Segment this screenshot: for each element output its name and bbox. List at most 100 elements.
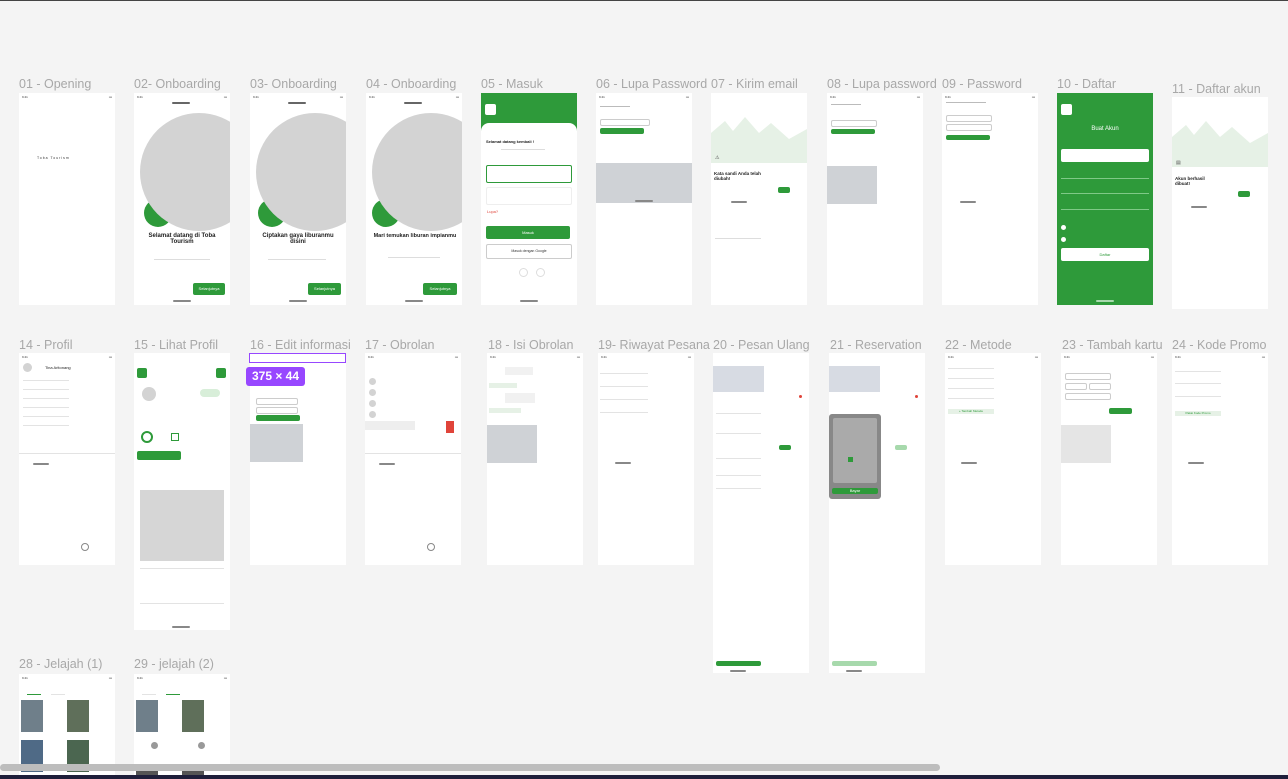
follow-button[interactable]	[200, 389, 220, 397]
frame-lupa-password-2[interactable]: 9:41 ▪▪▪	[827, 93, 923, 305]
next-button[interactable]	[778, 187, 790, 193]
tab-active[interactable]	[27, 694, 41, 695]
change-button[interactable]	[895, 445, 907, 450]
frame-label[interactable]: 29 - jelajah (2)	[134, 657, 246, 672]
destination-photo[interactable]	[182, 700, 204, 732]
frame-label[interactable]: 20 - Pesan Ulang	[713, 338, 825, 353]
frame-label[interactable]: 08 - Lupa password	[827, 77, 939, 92]
frame-daftar-akun[interactable]: ▤ Akun berhasil dibuat!	[1172, 97, 1268, 309]
frame-lihat-profil[interactable]	[134, 353, 230, 630]
frame-opening[interactable]: 9:41 ▪▪▪ Toba Tourism	[19, 93, 115, 305]
phone-field[interactable]	[1061, 193, 1149, 194]
calendar-grid[interactable]	[833, 418, 877, 483]
destination-photo[interactable]	[67, 700, 89, 732]
frame-label[interactable]: 06 - Lupa Password	[596, 77, 708, 92]
send-button[interactable]	[600, 128, 644, 134]
frame-label[interactable]: 07 - Kirim email	[711, 77, 823, 92]
frame-metode[interactable]: 9:41 ▪▪▪ + Tambah Metode	[945, 353, 1041, 565]
horizontal-scrollbar[interactable]	[0, 764, 940, 771]
menu-item[interactable]	[23, 416, 69, 417]
edit-button[interactable]	[216, 368, 226, 378]
method-item[interactable]	[948, 398, 994, 399]
book-button[interactable]	[832, 661, 877, 666]
frame-label[interactable]: 18 - Isi Obrolan	[488, 338, 600, 353]
frame-label[interactable]: 15 - Lihat Profil	[134, 338, 246, 353]
email-field[interactable]	[600, 119, 650, 126]
frame-label[interactable]: 14 - Profil	[19, 338, 131, 353]
back-icon[interactable]	[485, 104, 496, 115]
selected-date[interactable]	[848, 457, 853, 462]
destination-photo[interactable]	[136, 700, 158, 732]
frame-riwayat-pesanan[interactable]: 9:41 ▪▪▪	[598, 353, 694, 565]
frame-kode-promo[interactable]: 9:41 ▪▪▪ Pakai Kode Promo	[1172, 353, 1268, 565]
order-item[interactable]	[600, 399, 648, 400]
register-button[interactable]: Daftar	[1061, 248, 1149, 261]
email-field[interactable]	[486, 165, 572, 183]
frame-label[interactable]: 09 - Password	[942, 77, 1054, 92]
frame-obrolan[interactable]: 9:41 ▪▪▪	[365, 353, 461, 565]
frame-label[interactable]: 17 - Obrolan	[365, 338, 477, 353]
menu-item[interactable]	[23, 380, 69, 381]
password-field[interactable]	[486, 187, 572, 205]
chat-item-swiped[interactable]	[365, 421, 415, 430]
method-item[interactable]	[948, 378, 994, 379]
confirm-date-button[interactable]: Bayar	[832, 488, 878, 494]
back-button[interactable]	[137, 368, 147, 378]
forgot-link[interactable]: Lupa?	[487, 209, 498, 214]
save-button[interactable]	[256, 415, 300, 421]
frame-label[interactable]: 23 - Tambah kartu	[1062, 338, 1174, 353]
name-field[interactable]	[1061, 149, 1149, 162]
keyboard[interactable]	[250, 424, 303, 462]
menu-item[interactable]	[23, 398, 69, 399]
name-field[interactable]	[256, 398, 298, 405]
posts-tab[interactable]	[137, 451, 181, 460]
google-button[interactable]: Masuk dengan Google	[486, 244, 572, 259]
twitter-icon[interactable]	[536, 268, 545, 277]
terms-radio[interactable]	[1061, 225, 1066, 230]
next-button[interactable]: Selanjutnya	[423, 283, 457, 295]
frame-tambah-kartu[interactable]: 9:41 ▪▪▪	[1061, 353, 1157, 565]
promo-item[interactable]	[1175, 371, 1221, 372]
chat-avatar[interactable]	[369, 400, 376, 407]
frame-label[interactable]: 11 - Daftar akun	[1172, 82, 1284, 97]
tab-inactive[interactable]	[142, 694, 156, 695]
frame-daftar[interactable]: Buat Akun Daftar	[1057, 93, 1153, 305]
avatar[interactable]	[198, 742, 205, 749]
frame-profil[interactable]: 9:41 ▪▪▪ Tina Aritonang	[19, 353, 115, 565]
frame-masuk[interactable]: Selamat datang kembali ! Lupa? Masuk Mas…	[481, 93, 577, 305]
frame-label[interactable]: 04 - Onboarding	[366, 77, 478, 92]
tab-active[interactable]	[166, 694, 180, 695]
numeric-keypad[interactable]	[1061, 425, 1111, 463]
date-picker-modal[interactable]: Bayar	[829, 414, 881, 499]
frame-label[interactable]: 19- Riwayat Pesanan	[598, 338, 710, 353]
frame-label[interactable]: 05 - Masuk	[481, 77, 593, 92]
password-field[interactable]	[946, 115, 992, 122]
frame-password[interactable]: 9:41 ▪▪▪	[942, 93, 1038, 305]
promo-row[interactable]	[716, 475, 761, 476]
order-item[interactable]	[600, 373, 648, 374]
keyboard[interactable]	[827, 166, 877, 204]
order-item[interactable]	[600, 412, 648, 413]
save-card-button[interactable]	[1109, 408, 1132, 414]
tab-bar[interactable]	[365, 453, 461, 454]
expiry-field[interactable]	[1065, 383, 1087, 390]
keyboard[interactable]	[487, 425, 537, 463]
method-item[interactable]	[948, 368, 994, 369]
frame-pesan-ulang[interactable]	[713, 353, 809, 673]
card-number-field[interactable]	[1065, 373, 1111, 380]
confirm-password-field[interactable]	[946, 124, 992, 131]
frame-lupa-password[interactable]: 9:41 ▪▪▪	[596, 93, 692, 305]
login-button[interactable]: Masuk	[486, 226, 570, 239]
compose-icon[interactable]	[427, 543, 435, 551]
order-item[interactable]	[600, 386, 648, 387]
frame-label[interactable]: 24 - Kode Promo	[1172, 338, 1284, 353]
method-item[interactable]	[948, 388, 994, 389]
save-button[interactable]	[946, 135, 990, 140]
frame-onboarding-3[interactable]: 9:41 ▪▪▪ Mari temukan liburan impianmu Se…	[366, 93, 462, 305]
avatar[interactable]	[23, 363, 32, 372]
add-method-button[interactable]: + Tambah Metode	[948, 409, 994, 414]
menu-item[interactable]	[23, 407, 69, 408]
facebook-icon[interactable]	[519, 268, 528, 277]
frame-onboarding-2[interactable]: 9:41 ▪▪▪ Ciptakan gaya liburanmu disini S…	[250, 93, 346, 305]
frame-label[interactable]: 16 - Edit informasi	[250, 338, 362, 353]
